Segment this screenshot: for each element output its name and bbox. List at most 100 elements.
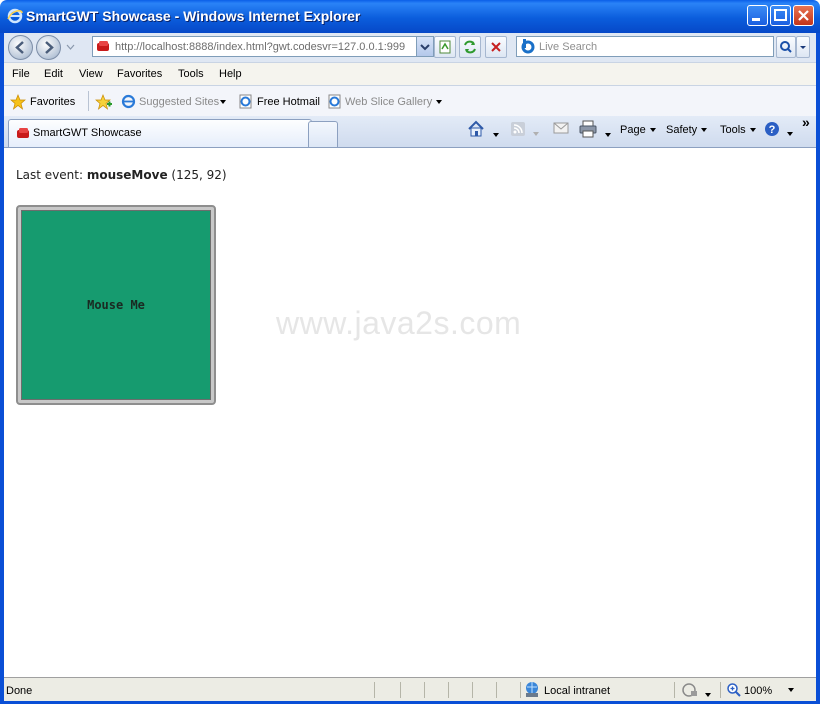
favorites-button[interactable]: Favorites	[9, 91, 81, 111]
menu-tools[interactable]: Tools	[178, 68, 204, 80]
status-bar: Done Local intranet 100%	[4, 677, 816, 701]
menu-view[interactable]: View	[79, 68, 103, 80]
zoom-level[interactable]: 100%	[744, 685, 772, 697]
free-hotmail-label: Free Hotmail	[257, 96, 320, 108]
status-separator	[472, 682, 473, 698]
web-slice-gallery-button[interactable]: Web Slice Gallery	[326, 91, 444, 111]
status-text: Done	[6, 685, 33, 697]
chevron-down-icon	[749, 128, 756, 133]
site-favicon-icon	[97, 41, 109, 51]
security-zone-label: Local intranet	[544, 685, 611, 697]
free-hotmail-link[interactable]: Free Hotmail	[237, 91, 321, 111]
add-to-favorites-icon[interactable]	[95, 94, 113, 110]
printer-icon	[579, 120, 597, 138]
menu-file[interactable]: File	[12, 68, 30, 80]
stop-icon	[491, 42, 501, 52]
suggested-sites-button[interactable]: Suggested Sites	[120, 91, 230, 111]
tools-menu-button[interactable]: Tools	[720, 124, 756, 136]
chevron-down-icon	[493, 133, 500, 138]
favorites-separator	[88, 91, 89, 111]
back-arrow-icon	[15, 41, 24, 54]
suggested-sites-label: Suggested Sites	[139, 96, 220, 108]
search-options-button[interactable]	[796, 36, 810, 58]
address-dropdown-button[interactable]	[416, 37, 433, 56]
page-content: Last event: mouseMove (125, 92) Mouse Me…	[6, 150, 815, 677]
ie-page-icon	[121, 94, 136, 109]
ie-page-icon	[328, 94, 341, 109]
last-event-name: mouseMove	[86, 168, 168, 182]
feeds-button[interactable]	[510, 121, 540, 140]
chevron-down-icon	[436, 100, 442, 104]
web-slice-gallery-label: Web Slice Gallery	[345, 96, 433, 108]
menu-edit[interactable]: Edit	[44, 68, 63, 80]
protected-mode-button[interactable]	[682, 682, 712, 701]
mail-icon	[553, 122, 569, 134]
menu-bar: File Edit View Favorites Tools Help	[4, 62, 816, 86]
minimize-icon	[752, 18, 760, 21]
chevron-down-icon	[220, 100, 226, 104]
refresh-button[interactable]	[459, 36, 481, 58]
mouse-me-canvas[interactable]: Mouse Me	[21, 210, 211, 400]
tab-smartgwt-showcase[interactable]: SmartGWT Showcase	[8, 119, 312, 147]
maximize-button[interactable]	[770, 5, 791, 26]
last-event-label: Last event: mouseMove (125, 92)	[16, 168, 227, 182]
page-menu-label: Page	[620, 124, 646, 136]
mouse-me-box[interactable]: Mouse Me	[16, 205, 216, 405]
ie-page-icon	[239, 94, 252, 109]
compatibility-view-button[interactable]	[434, 36, 456, 58]
tools-menu-label: Tools	[720, 124, 746, 136]
page-menu-button[interactable]: Page	[620, 124, 656, 136]
search-button[interactable]	[776, 36, 796, 58]
window-title: SmartGWT Showcase - Windows Internet Exp…	[26, 8, 361, 24]
status-separator	[720, 682, 721, 698]
rss-feed-icon	[511, 122, 525, 136]
help-icon: ?	[765, 122, 779, 136]
chevron-down-icon	[787, 132, 794, 137]
ie-logo-icon	[7, 8, 23, 24]
address-url: http://localhost:8888/index.html?gwt.cod…	[115, 41, 406, 53]
status-separator	[674, 682, 675, 698]
recent-pages-dropdown-icon[interactable]	[66, 43, 75, 51]
tab-label: SmartGWT Showcase	[33, 127, 142, 139]
chevron-down-icon	[800, 46, 806, 49]
last-event-prefix: Last event:	[16, 168, 87, 182]
refresh-icon	[464, 40, 476, 54]
star-icon	[10, 94, 26, 110]
safety-menu-label: Safety	[666, 124, 698, 136]
chevron-down-icon	[605, 133, 612, 138]
title-bar[interactable]: SmartGWT Showcase - Windows Internet Exp…	[0, 0, 820, 33]
close-button[interactable]	[793, 5, 814, 26]
status-separator	[374, 682, 375, 698]
forward-button[interactable]	[36, 35, 61, 60]
read-mail-button[interactable]	[552, 121, 570, 138]
zoom-dropdown-icon[interactable]	[788, 688, 794, 692]
chevron-down-icon	[705, 693, 712, 698]
new-tab-button[interactable]	[308, 121, 338, 147]
back-button[interactable]	[8, 35, 33, 60]
help-menu-button[interactable]: ?	[764, 121, 794, 140]
compatibility-view-icon	[439, 40, 451, 54]
stop-button[interactable]	[485, 36, 507, 58]
home-icon	[468, 120, 484, 137]
chevron-down-icon	[420, 44, 430, 51]
chevron-down-icon	[701, 128, 708, 133]
menu-favorites[interactable]: Favorites	[117, 68, 162, 80]
favorites-label: Favorites	[30, 96, 76, 108]
status-separator	[520, 682, 521, 698]
home-button[interactable]	[466, 120, 500, 141]
search-placeholder: Live Search	[539, 41, 598, 53]
favorites-bar: Favorites Suggested Sites Free Hotmail W…	[4, 86, 816, 116]
minimize-button[interactable]	[747, 5, 768, 26]
print-button[interactable]	[578, 120, 612, 141]
local-intranet-icon	[526, 682, 538, 697]
search-icon	[780, 41, 792, 53]
watermark-text: www.java2s.com	[276, 305, 522, 341]
address-bar[interactable]: http://localhost:8888/index.html?gwt.cod…	[92, 36, 434, 57]
last-event-coords: (125, 92)	[171, 168, 227, 182]
live-search-logo-icon	[521, 39, 535, 54]
zoom-icon[interactable]	[726, 682, 742, 698]
menu-help[interactable]: Help	[219, 68, 242, 80]
safety-menu-button[interactable]: Safety	[666, 124, 708, 136]
toolbar-overflow-chevron[interactable]: »	[802, 114, 810, 130]
search-box[interactable]: Live Search	[516, 36, 774, 57]
